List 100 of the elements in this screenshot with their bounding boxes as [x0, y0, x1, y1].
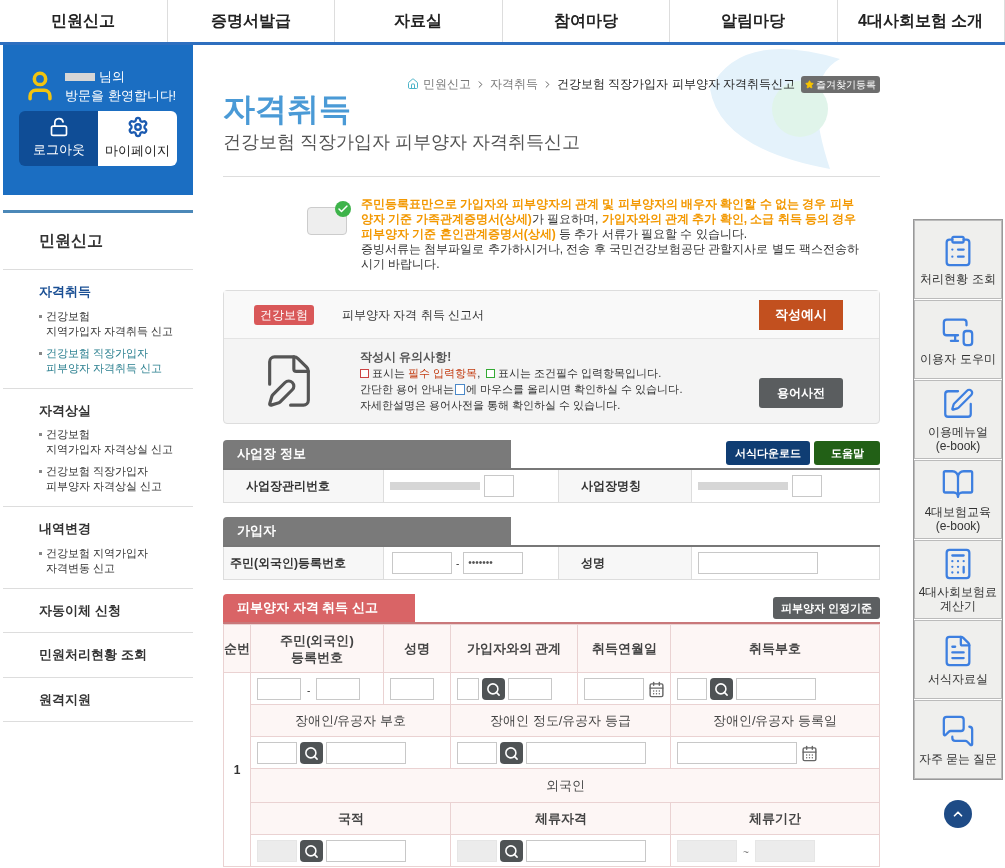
input-field[interactable] — [326, 840, 406, 863]
star-icon — [805, 79, 814, 89]
quick-menu-item[interactable]: 이용메뉴얼 (e-book) — [914, 380, 1002, 459]
side-menu-item[interactable]: 원격지원 — [39, 689, 193, 709]
calendar-icon[interactable] — [648, 680, 665, 698]
calendar-icon[interactable] — [801, 744, 818, 762]
greeting-text: 님의 — [99, 68, 125, 86]
search-icon — [714, 681, 729, 697]
input-field[interactable] — [392, 552, 452, 574]
search-button[interactable] — [710, 678, 733, 701]
dictionary-button[interactable]: 용어사전 — [759, 378, 843, 408]
search-button[interactable] — [300, 840, 323, 863]
nav-tab[interactable]: 참여마당 — [502, 0, 670, 42]
quick-menu-item[interactable]: 4대사회보험료 계산기 — [914, 540, 1002, 619]
side-submenu-item[interactable]: 건강보험 직장가입자 피부양자 자격취득 신고 — [46, 345, 163, 376]
input-field[interactable] — [508, 678, 552, 701]
help-text: 간단한 용어 안내는 — [360, 382, 455, 397]
breadcrumb-link[interactable]: 민원신고 — [423, 75, 471, 93]
help-button[interactable]: 도움말 — [814, 441, 880, 465]
redacted-value — [65, 72, 95, 81]
input-field[interactable] — [677, 678, 707, 701]
required-mark-icon — [360, 368, 369, 378]
search-icon — [486, 681, 501, 697]
lock-icon — [48, 117, 69, 138]
search-button[interactable] — [500, 742, 523, 765]
side-submenu-item[interactable]: 건강보험 직장가입자 피부양자 자격상실 신고 — [46, 464, 163, 494]
quick-menu-item[interactable]: 처리현황 조회 — [914, 220, 1002, 299]
input-field[interactable] — [677, 742, 797, 765]
chat-icon — [941, 713, 975, 748]
input-field[interactable] — [457, 742, 497, 765]
notice-text: 증빙서류는 첨부파일로 추가하시거나, 전송 후 국민건강보험공단 관할지사로 별도 팩스전송하시기 바랍니다. — [361, 242, 860, 272]
quick-menu-item[interactable]: 자주 묻는 질문 — [914, 700, 1002, 779]
column-header: 주민(외국인) 등록번호 — [250, 624, 384, 673]
logout-button[interactable]: 로그아웃 — [19, 111, 98, 166]
check-icon — [335, 201, 351, 217]
breadcrumb-link[interactable]: 건강보험 직장가입자 피부양자 자격취득신고 — [557, 75, 795, 93]
column-header: 가입자와의 관계 — [450, 624, 578, 673]
side-submenu-item[interactable]: 건강보험 지역가입자 자격취득 신고 — [46, 308, 174, 339]
quick-menu-item[interactable]: 서식자료실 — [914, 620, 1002, 699]
input-field[interactable]: ••••••• — [463, 552, 524, 574]
search-button[interactable] — [500, 840, 523, 863]
quick-menu-item[interactable]: 이용자 도우미 — [914, 300, 1002, 379]
section-row-header: 외국인 — [250, 768, 880, 803]
side-menu-item[interactable]: 민원처리현황 조회 — [39, 645, 193, 665]
input-field[interactable] — [326, 742, 406, 765]
settings-icon — [126, 116, 149, 139]
criteria-button[interactable]: 피부양자 인정기준 — [772, 597, 880, 619]
separator-text: ~ — [743, 846, 749, 858]
input-field[interactable] — [457, 678, 479, 701]
separator-text: - — [456, 556, 460, 571]
input-field[interactable] — [257, 742, 297, 765]
search-icon — [504, 745, 519, 761]
input-field[interactable] — [526, 840, 646, 863]
nav-tab[interactable]: 증명서발급 — [167, 0, 335, 42]
breadcrumb-link[interactable]: 자격취득 — [490, 75, 538, 93]
tips-title: 작성시 유의사항! — [360, 349, 453, 365]
mypage-button[interactable]: 마이페이지 — [98, 111, 177, 166]
input-field[interactable] — [736, 678, 816, 701]
side-menu-title: 민원신고 — [3, 213, 193, 270]
input-field[interactable] — [584, 678, 644, 701]
input-field[interactable] — [526, 742, 646, 765]
nav-tab[interactable]: 알림마당 — [670, 0, 838, 42]
column-header: 체류자격 — [450, 802, 671, 835]
input-field[interactable] — [390, 678, 434, 701]
search-button[interactable] — [300, 742, 323, 765]
bullet-icon — [39, 351, 42, 355]
side-menu-item[interactable]: 내역변경 — [39, 519, 193, 539]
column-header: 장애인/유공자 등록일 — [670, 704, 880, 737]
nav-tab[interactable]: 자료실 — [335, 0, 503, 42]
input-field[interactable] — [257, 678, 301, 701]
question-icon — [455, 383, 466, 395]
example-button[interactable]: 작성예시 — [759, 299, 843, 330]
column-header: 취득부호 — [670, 624, 880, 673]
conditional-mark-icon — [486, 368, 496, 378]
nav-tab[interactable]: 민원신고 — [0, 0, 168, 42]
scroll-top-button[interactable] — [944, 800, 972, 828]
row-number: 1 — [223, 672, 251, 867]
form-name: 피부양자 자격 취득 신고서 — [342, 306, 484, 324]
input-field[interactable] — [484, 475, 514, 497]
input-field[interactable] — [316, 678, 361, 701]
bullet-icon — [39, 551, 42, 555]
quick-menu-item[interactable]: 4대보험교육 (e-book) — [914, 460, 1002, 539]
nav-tab[interactable]: 4대사회보험 소개 — [837, 0, 1005, 42]
download-button[interactable]: 서식다운로드 — [726, 441, 810, 465]
bullet-icon — [39, 314, 42, 318]
side-submenu-item[interactable]: 건강보험 지역가입자 자격상실 신고 — [46, 427, 174, 457]
input-field[interactable] — [792, 475, 822, 497]
side-submenu-item[interactable]: 건강보험 지역가입자 자격변동 신고 — [46, 545, 149, 576]
notice-text: 주민등록표만으로 가입자와 피부양자의 관계 및 피부양자의 배우자 확인할 수 없는 경우 피부양자 기준 가족관계증명서(상세)가 필요하며, 가입자와의 관계 추가 확인, 소급 취득 등의 경우 피부양자 기준 혼인관계증명서(상세) 등 추가 서류가 필요할 수 있습니다. — [361, 197, 858, 242]
side-menu-item[interactable]: 자동이체 신청 — [39, 600, 193, 620]
search-button[interactable] — [482, 678, 505, 701]
side-menu-item[interactable]: 자격취득 — [39, 282, 193, 302]
input-field[interactable] — [698, 552, 818, 574]
help-text: 에 마우스를 올리시면 확인하실 수 있습니다. — [466, 382, 683, 397]
side-menu-item[interactable]: 자격상실 — [39, 400, 193, 420]
search-icon — [304, 843, 319, 859]
page-title: 자격취득 — [223, 91, 352, 127]
search-icon — [504, 843, 519, 859]
bullet-icon — [39, 470, 42, 473]
bookmark-button[interactable]: 즐겨찾기등록 — [801, 75, 880, 93]
